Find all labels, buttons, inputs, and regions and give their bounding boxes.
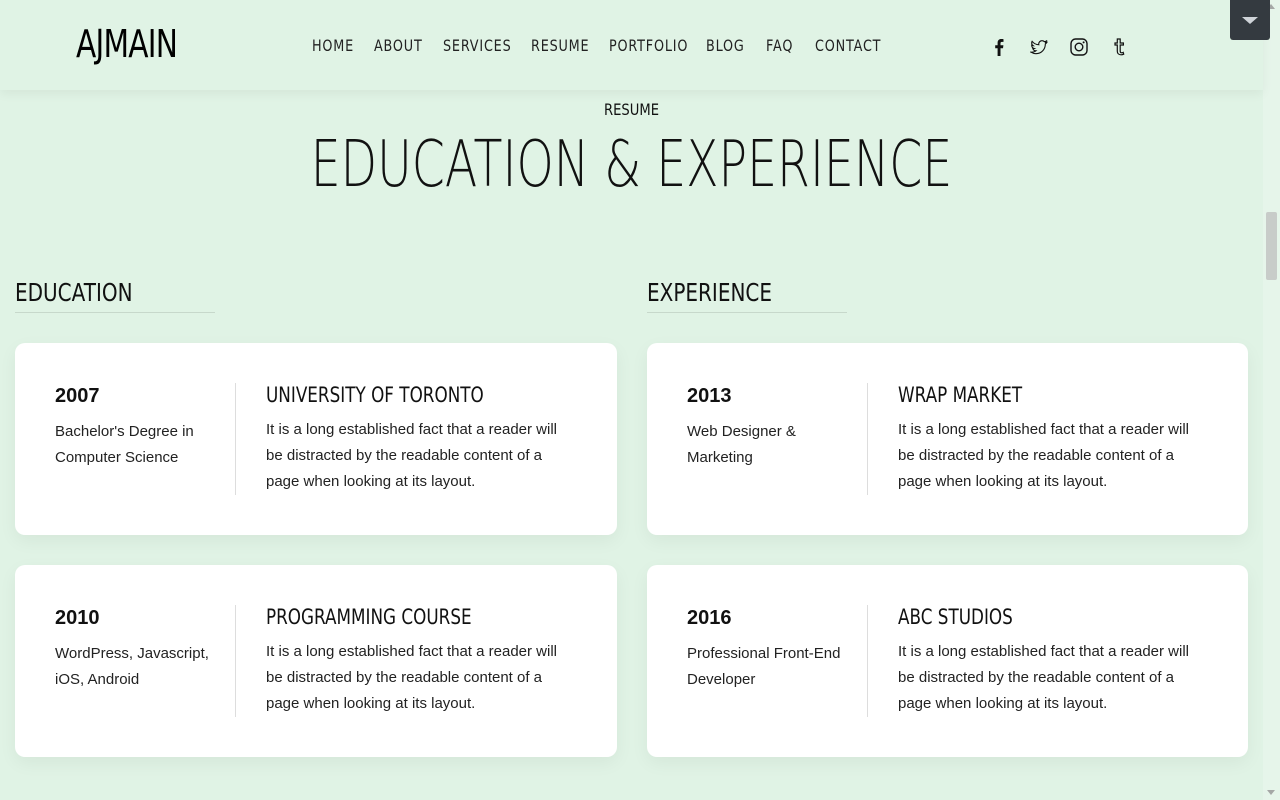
site-header: AJMAIN HOME ABOUT SERVICES RESUME PORTFO…: [0, 0, 1263, 90]
experience-card: 2013 Web Designer & Marketing WRAP MARKE…: [647, 343, 1248, 535]
section-heading: EDUCATION & EXPERIENCE: [310, 128, 953, 202]
nav-blog[interactable]: BLOG: [706, 36, 754, 55]
card-subtitle: Professional Front-End Developer: [687, 645, 841, 688]
card-subtitle: WordPress, Javascript, iOS, Android: [55, 645, 209, 688]
education-card: 2007 Bachelor's Degree in Computer Scien…: [15, 343, 617, 535]
card-title: WRAP MARKET: [898, 383, 1023, 407]
card-title: ABC STUDIOS: [898, 605, 1013, 629]
scrollbar-thumb[interactable]: [1266, 212, 1277, 280]
experience-title-underline: [647, 312, 847, 313]
nav-faq[interactable]: FAQ: [766, 36, 805, 55]
instagram-icon[interactable]: [1070, 38, 1088, 56]
education-card: 2010 WordPress, Javascript, iOS, Android…: [15, 565, 617, 757]
main-nav: HOME ABOUT SERVICES RESUME PORTFOLIO BLO…: [312, 36, 905, 55]
chevron-down-icon: [1242, 16, 1258, 24]
page-scrollbar[interactable]: [1263, 0, 1280, 800]
card-divider: [235, 605, 236, 717]
facebook-icon[interactable]: [990, 38, 1008, 56]
section-kicker: RESUME: [604, 100, 659, 119]
card-year: 2007: [55, 385, 100, 407]
nav-resume[interactable]: RESUME: [531, 36, 593, 55]
card-divider: [867, 383, 868, 495]
card-divider: [867, 605, 868, 717]
education-title-underline: [15, 312, 215, 313]
card-year: 2010: [55, 607, 100, 629]
experience-title: EXPERIENCE: [647, 278, 773, 307]
social-links: [990, 38, 1128, 56]
scroll-down-arrow-icon[interactable]: [1267, 790, 1275, 795]
card-description: It is a long established fact that a rea…: [266, 643, 557, 712]
nav-portfolio[interactable]: PORTFOLIO: [609, 36, 687, 55]
card-subtitle: Web Designer & Marketing: [687, 423, 796, 466]
card-subtitle: Bachelor's Degree in Computer Science: [55, 423, 194, 466]
nav-contact[interactable]: CONTACT: [815, 36, 887, 55]
twitter-icon[interactable]: [1030, 38, 1048, 56]
tumblr-icon[interactable]: [1110, 38, 1128, 56]
card-description: It is a long established fact that a rea…: [266, 421, 557, 490]
nav-home[interactable]: HOME: [312, 36, 362, 55]
card-title: UNIVERSITY OF TORONTO: [266, 383, 484, 407]
page: AJMAIN HOME ABOUT SERVICES RESUME PORTFO…: [0, 0, 1280, 800]
experience-card: 2016 Professional Front-End Developer AB…: [647, 565, 1248, 757]
card-title: PROGRAMMING COURSE: [266, 605, 472, 629]
card-description: It is a long established fact that a rea…: [898, 643, 1189, 712]
site-logo[interactable]: AJMAIN: [76, 22, 178, 66]
card-year: 2013: [687, 385, 732, 407]
card-year: 2016: [687, 607, 732, 629]
nav-about[interactable]: ABOUT: [374, 36, 429, 55]
dropdown-toggle-button[interactable]: [1230, 0, 1270, 40]
nav-services[interactable]: SERVICES: [443, 36, 513, 55]
card-description: It is a long established fact that a rea…: [898, 421, 1189, 490]
card-divider: [235, 383, 236, 495]
education-title: EDUCATION: [15, 278, 133, 307]
